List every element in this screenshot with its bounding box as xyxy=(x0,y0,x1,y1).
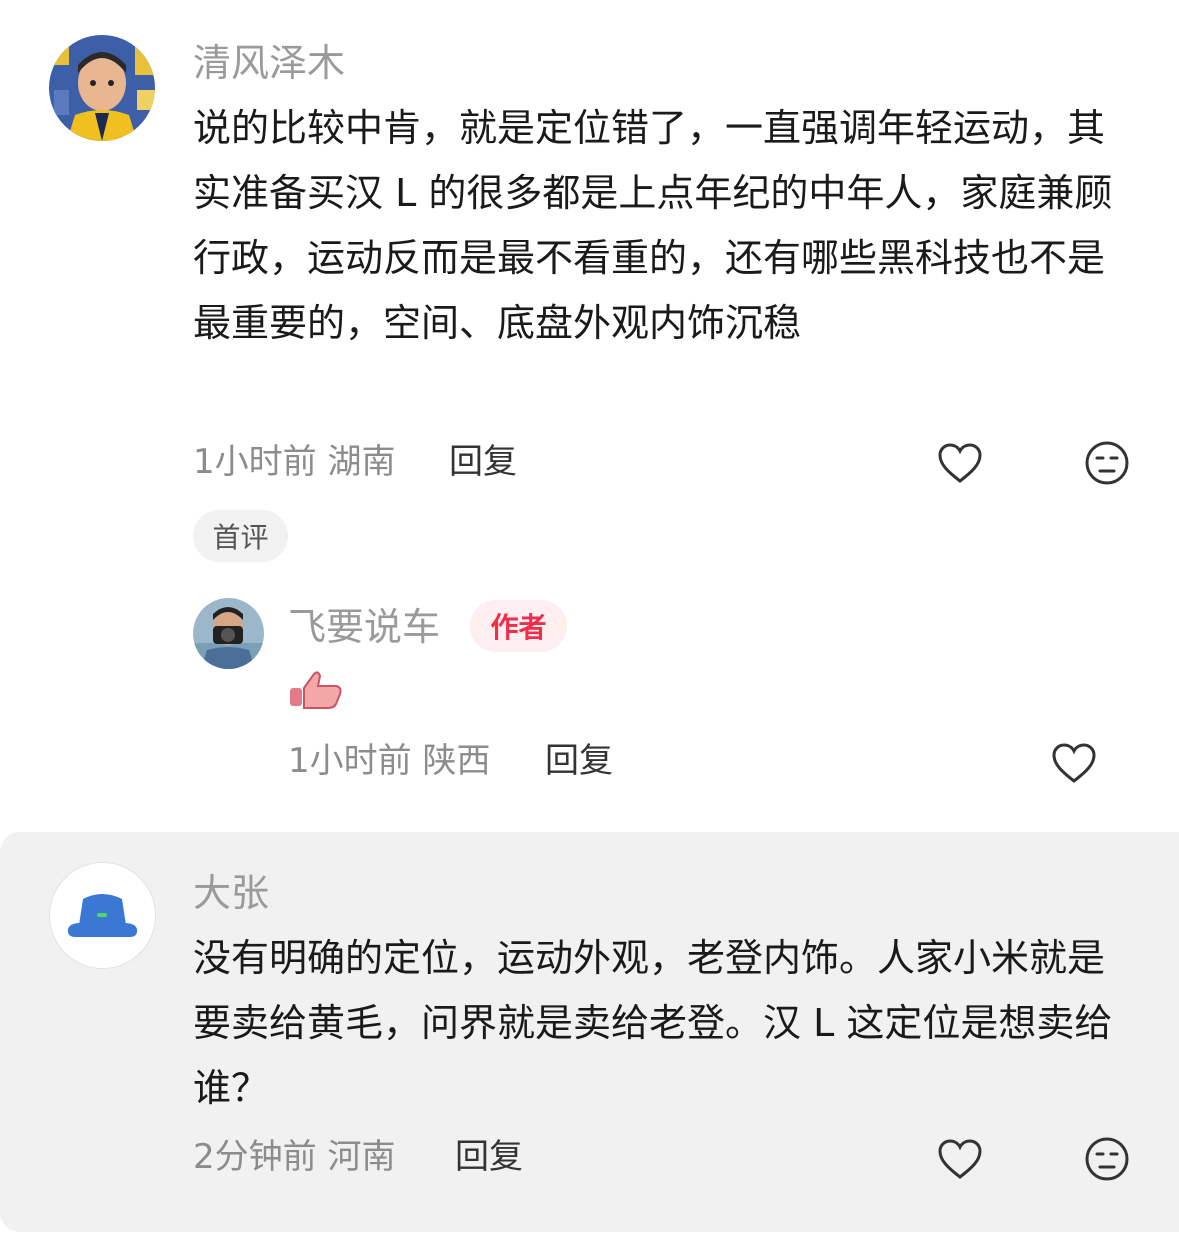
neutral-face-icon xyxy=(1085,441,1129,485)
first-comment-badge: 首评 xyxy=(193,510,288,562)
reply-button[interactable]: 回复 xyxy=(455,1140,523,1174)
comment-meta: 1小时前 陕西 xyxy=(288,741,491,781)
username[interactable]: 大张 xyxy=(193,874,269,912)
comment-meta: 2分钟前 河南 xyxy=(193,1137,396,1177)
thumbs-up-emoji xyxy=(288,664,348,714)
heart-icon xyxy=(938,443,982,483)
comment-meta: 1小时前 湖南 xyxy=(193,442,396,482)
avatar[interactable] xyxy=(193,598,264,669)
avatar[interactable] xyxy=(49,35,155,141)
username[interactable]: 飞要说车 xyxy=(288,608,440,646)
heart-icon xyxy=(1052,743,1096,783)
username[interactable]: 清风泽木 xyxy=(193,44,345,82)
neutral-face-icon xyxy=(1085,1137,1129,1181)
comment-text: 说的比较中肯，就是定位错了，一直强调年轻运动，其实准备买汉 L 的很多都是上点年… xyxy=(193,106,1113,345)
comment-text: 没有明确的定位，运动外观，老登内饰。人家小米就是要卖给黄毛，问界就是卖给老登。汉… xyxy=(193,936,1113,1110)
thumbs-up-icon xyxy=(290,671,342,709)
reply-button[interactable]: 回复 xyxy=(449,445,517,479)
bucket-hat-avatar-icon xyxy=(67,894,138,937)
dislike-button[interactable] xyxy=(1083,1135,1131,1183)
like-button[interactable] xyxy=(936,1135,984,1183)
dislike-button[interactable] xyxy=(1083,439,1131,487)
photographer-avatar-icon xyxy=(193,598,264,669)
reply-button[interactable]: 回复 xyxy=(545,744,613,778)
like-button[interactable] xyxy=(936,439,984,487)
boy-avatar-icon xyxy=(49,35,155,141)
like-button[interactable] xyxy=(1050,739,1098,787)
author-badge: 作者 xyxy=(470,600,567,652)
avatar[interactable] xyxy=(49,862,156,969)
heart-icon xyxy=(938,1139,982,1179)
